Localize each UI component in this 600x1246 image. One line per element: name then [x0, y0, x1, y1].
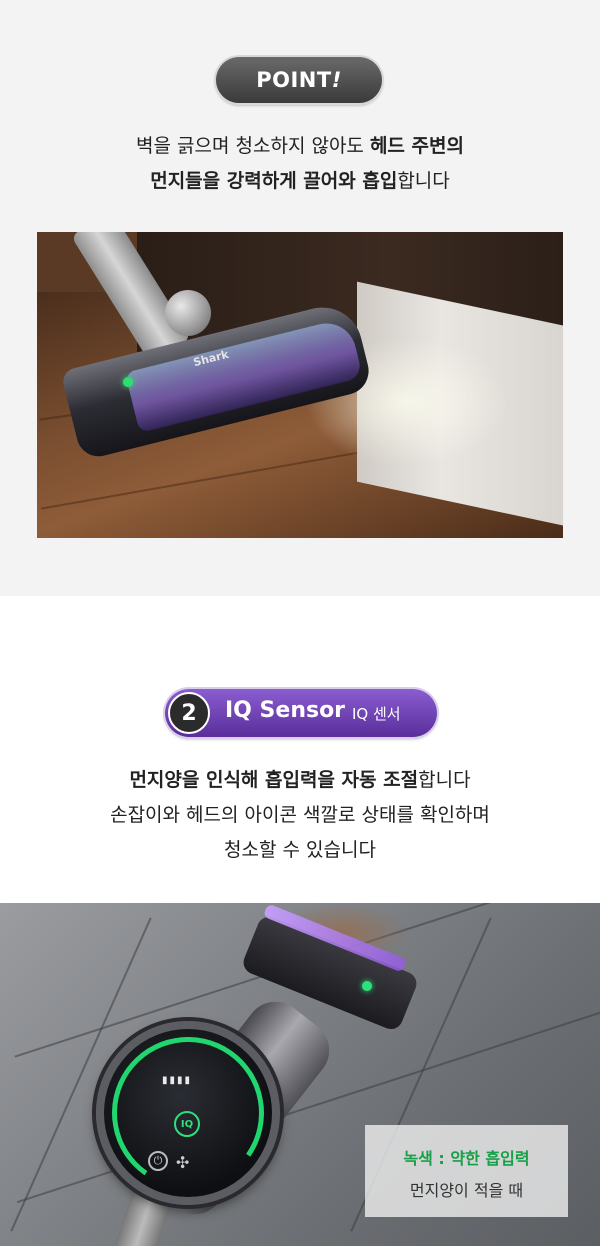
iq-description-line-1: 먼지양을 인식해 흡입력을 자동 조절합니다 [0, 762, 600, 798]
vacuum-display-panel: ▮▮▮▮ IQ ⏻ ✣ [96, 1021, 280, 1205]
point-badge: POINT! [216, 57, 382, 103]
point-description-line-2: 먼지들을 강력하게 끌어와 흡입합니다 [0, 163, 600, 199]
vacuum-joint [165, 290, 211, 336]
fan-icon: ✣ [176, 1153, 190, 1172]
iq-line-1-normal: 합니다 [418, 769, 471, 791]
vacuum-head-wall-photo: Shark [37, 232, 563, 538]
battery-bars-icon: ▮▮▮▮ [162, 1075, 193, 1086]
status-legend-green: 녹색 : 약한 흡입력 [403, 1149, 530, 1168]
point-badge-bang: ! [331, 68, 342, 92]
point-line-2-bold: 먼지들을 강력하게 끌어와 흡입 [150, 170, 398, 192]
feature-section-point: POINT! 벽을 긁으며 청소하지 않아도 헤드 주변의 먼지들을 강력하게 … [0, 0, 600, 596]
iq-description-line-3: 청소할 수 있습니다 [224, 839, 376, 861]
iq-icon: IQ [174, 1111, 200, 1137]
iq-sensor-badge: 2 IQ Sensor IQ 센서 [165, 689, 437, 737]
green-led-icon [362, 981, 372, 991]
status-legend-box: 녹색 : 약한 흡입력 먼지양이 적을 때 [365, 1125, 568, 1217]
green-led-icon [123, 377, 133, 387]
power-icon: ⏻ [148, 1151, 168, 1171]
status-legend-condition: 먼지양이 적을 때 [409, 1181, 524, 1200]
point-description-line-1: 벽을 긁으며 청소하지 않아도 헤드 주변의 [0, 128, 600, 164]
point-badge-text: POINT [256, 68, 332, 92]
iq-line-1-bold: 먼지양을 인식해 흡입력을 자동 조절 [129, 769, 419, 791]
iq-sensor-title: IQ Sensor [225, 698, 346, 723]
feature-number-badge: 2 [168, 692, 210, 734]
point-line-1-bold: 헤드 주변의 [369, 135, 464, 157]
iq-description-line-2: 손잡이와 헤드의 아이콘 색깔로 상태를 확인하며 [110, 804, 490, 826]
iq-sensor-subtitle: IQ 센서 [352, 705, 401, 723]
point-line-2-normal: 합니다 [397, 170, 450, 192]
point-line-1-normal: 벽을 긁으며 청소하지 않아도 [136, 135, 370, 157]
